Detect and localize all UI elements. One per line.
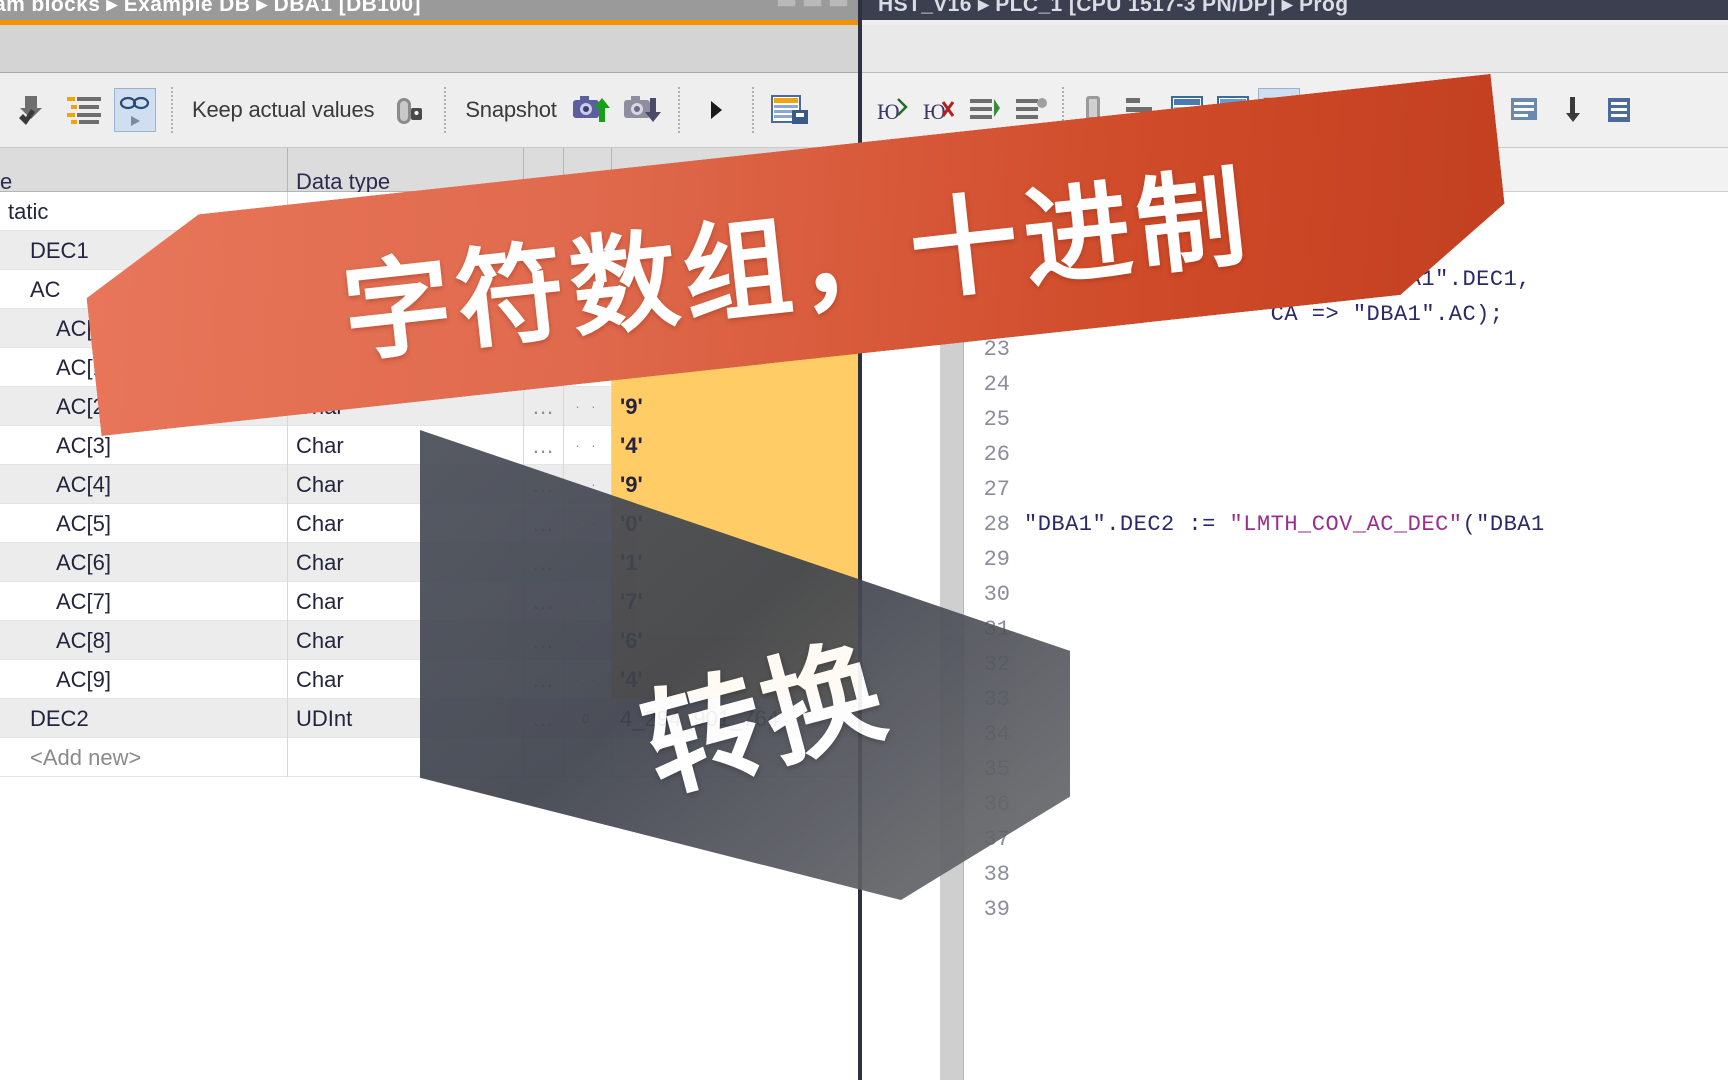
scl-editor-subbar xyxy=(862,25,1728,73)
db-editor-titlebar: am blocks ▸ Example DB ▸ DBA1 [DB100] xyxy=(0,0,858,20)
minimize-icon[interactable] xyxy=(777,0,796,7)
snapshot-restore-icon[interactable] xyxy=(621,88,663,132)
cell-monitor-value[interactable]: '9' xyxy=(612,387,858,426)
db-editor-toolbar: Keep actual values Snapshot xyxy=(0,73,858,148)
db-editor-subbar xyxy=(0,25,858,73)
column-header-name[interactable]: e xyxy=(0,148,288,194)
cell-name[interactable]: AC[9] xyxy=(0,660,288,699)
maximize-icon[interactable] xyxy=(803,0,822,7)
cell-offset: ... xyxy=(524,387,564,426)
indent-icon[interactable] xyxy=(1598,88,1640,132)
code-line-number: 28 xyxy=(983,512,1010,537)
db-editor-breadcrumb: am blocks ▸ Example DB ▸ DBA1 [DB100] xyxy=(0,0,421,16)
cell-name[interactable]: AC[5] xyxy=(0,504,288,543)
code-line-number: 29 xyxy=(983,547,1010,572)
monitor-off-icon[interactable]: Ю xyxy=(918,88,960,132)
uncomment-down-icon[interactable] xyxy=(1552,88,1594,132)
code-line-number: 30 xyxy=(983,582,1010,607)
screenshot-root: am blocks ▸ Example DB ▸ DBA1 [DB100] Ke… xyxy=(0,0,1728,1080)
scl-editor-titlebar: HST_V16 ▸ PLC_1 [CPU 1517-3 PN/DP] ▸ Pro… xyxy=(862,0,1728,20)
gray-caption-text: 转换 xyxy=(629,619,902,817)
comment-block-icon[interactable] xyxy=(1506,88,1548,132)
cell-name[interactable]: AC[6] xyxy=(0,543,288,582)
cell-name[interactable]: AC[3] xyxy=(0,426,288,465)
keep-actual-values-button[interactable]: Keep actual values xyxy=(188,97,378,123)
monitor-on-icon[interactable]: Ю xyxy=(872,88,914,132)
snapshot-button[interactable]: Snapshot xyxy=(461,97,560,123)
expand-rows-icon[interactable] xyxy=(63,88,105,132)
download-to-device-icon[interactable] xyxy=(12,88,54,132)
window-buttons[interactable] xyxy=(777,0,848,7)
expand-arrow-icon[interactable] xyxy=(695,88,737,132)
cell-offset: ... xyxy=(524,426,564,465)
cell-name[interactable]: AC[7] xyxy=(0,582,288,621)
cell-name[interactable]: AC[4] xyxy=(0,465,288,504)
code-line-text[interactable]: "DBA1".DEC2 := "LMTH_COV_AC_DEC"("DBA1 xyxy=(1024,507,1545,542)
cell-monitor-value[interactable]: '4' xyxy=(612,426,858,465)
monitor-all-icon[interactable] xyxy=(114,88,156,132)
lock-icon[interactable] xyxy=(387,88,429,132)
code-line-number: 25 xyxy=(983,407,1010,432)
close-icon[interactable] xyxy=(829,0,848,7)
snapshot-capture-icon[interactable] xyxy=(570,88,612,132)
toolbar-separator xyxy=(677,87,680,133)
insert-network-icon[interactable] xyxy=(964,88,1006,132)
cell-flags[interactable]: · · xyxy=(564,387,612,426)
code-line-number: 26 xyxy=(983,442,1010,467)
toolbar-separator xyxy=(444,87,447,133)
cell-monitor-value[interactable]: '9' xyxy=(612,465,858,504)
cell-name[interactable]: <Add new> xyxy=(0,738,288,777)
toolbar-separator xyxy=(751,87,754,133)
cell-name[interactable]: DEC2 xyxy=(0,699,288,738)
scl-editor-breadcrumb: HST_V16 ▸ PLC_1 [CPU 1517-3 PN/DP] ▸ Pro… xyxy=(878,0,1349,16)
load-start-values-icon[interactable] xyxy=(769,88,811,132)
cell-flags[interactable]: · · xyxy=(564,426,612,465)
code-line-number: 38 xyxy=(983,862,1010,887)
code-line-number: 39 xyxy=(983,897,1010,922)
cell-name[interactable]: AC[8] xyxy=(0,621,288,660)
svg-text:Ю: Ю xyxy=(877,99,900,124)
code-line-number: 24 xyxy=(983,372,1010,397)
toolbar-separator xyxy=(171,87,173,133)
code-line-number: 27 xyxy=(983,477,1010,502)
